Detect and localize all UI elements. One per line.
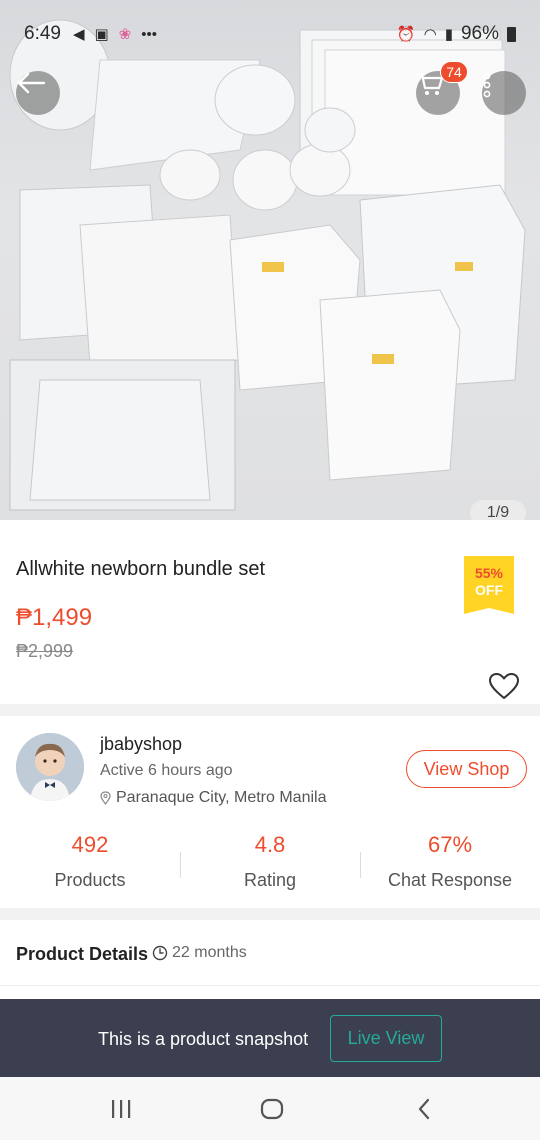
cart-button[interactable]: 74 bbox=[416, 61, 468, 115]
view-shop-button[interactable]: View Shop bbox=[406, 750, 527, 788]
shop-avatar[interactable] bbox=[16, 733, 84, 801]
stat-label: Rating bbox=[243, 870, 297, 890]
stat-value: 492 bbox=[71, 832, 109, 857]
recent-apps-icon bbox=[112, 1100, 131, 1118]
product-info: Allwhite newborn bundle set 55% OFF ₱1,4… bbox=[0, 520, 540, 704]
system-navigation-bar bbox=[0, 1077, 540, 1140]
product-title: Allwhite newborn bundle set bbox=[16, 558, 266, 580]
image-icon: ▣ bbox=[94, 26, 109, 43]
status-time: 6:49 bbox=[24, 23, 61, 44]
discount-badge: 55% OFF bbox=[464, 556, 514, 614]
clock-icon bbox=[152, 945, 168, 961]
product-details-header: Product Details 22 months bbox=[0, 920, 540, 986]
cart-count-badge: 74 bbox=[440, 61, 468, 83]
shop-name: jbabyshop bbox=[100, 734, 183, 754]
discount-percent: 55% bbox=[474, 565, 504, 581]
shop-stats: 492 Products 4.8 Rating 67% Chat Respons… bbox=[0, 832, 540, 898]
shop-section: jbabyshop Active 6 hours ago Paranaque C… bbox=[0, 716, 540, 908]
stat-chat-response[interactable]: 67% Chat Response bbox=[360, 832, 540, 898]
avatar-image bbox=[16, 733, 84, 801]
shop-location-text: Paranaque City, Metro Manila bbox=[116, 789, 327, 806]
heart-icon bbox=[489, 673, 519, 699]
product-age: 22 months bbox=[152, 944, 247, 962]
discount-off-label: OFF bbox=[475, 582, 503, 598]
product-image[interactable]: 6:49 ◀ ▣ ❀ ••• ⏰ ◠ ▮ 96% 74 bbox=[0, 0, 540, 520]
more-vertical-icon bbox=[483, 72, 491, 98]
location-pin-icon bbox=[100, 791, 111, 805]
navigation-icon: ◀ bbox=[72, 26, 85, 43]
arrow-left-icon bbox=[17, 72, 46, 94]
live-view-button[interactable]: Live View bbox=[330, 1015, 442, 1062]
back-button[interactable] bbox=[16, 71, 60, 115]
shop-location: Paranaque City, Metro Manila bbox=[100, 789, 326, 807]
battery-icon bbox=[507, 26, 516, 42]
product-details-title: Product Details bbox=[16, 944, 149, 964]
home-button[interactable] bbox=[252, 1095, 292, 1123]
product-age-text: 22 months bbox=[172, 944, 247, 961]
recent-apps-button[interactable] bbox=[101, 1095, 141, 1123]
product-price: ₱1,499 bbox=[16, 604, 93, 631]
more-dots-icon: ••• bbox=[141, 25, 158, 43]
more-options-button[interactable] bbox=[482, 71, 526, 115]
wifi-icon: ◠ bbox=[423, 26, 437, 43]
snapshot-banner: This is a product snapshot Live View bbox=[0, 999, 540, 1077]
stat-value: 67% bbox=[427, 832, 473, 857]
original-price: ₱2,999 bbox=[16, 641, 74, 661]
stat-rating[interactable]: 4.8 Rating bbox=[180, 832, 360, 898]
stat-value: 4.8 bbox=[254, 832, 286, 857]
like-button[interactable] bbox=[488, 672, 520, 705]
status-bar: 6:49 ◀ ▣ ❀ ••• ⏰ ◠ ▮ 96% bbox=[0, 18, 540, 50]
section-divider bbox=[0, 704, 540, 716]
snapshot-text: This is a product snapshot bbox=[98, 1029, 309, 1049]
app-notification-icon: ❀ bbox=[118, 26, 132, 43]
shop-active-status: Active 6 hours ago bbox=[100, 762, 233, 779]
back-nav-button[interactable] bbox=[404, 1095, 444, 1123]
signal-icon: ▮ bbox=[444, 26, 453, 43]
chevron-left-icon bbox=[418, 1098, 430, 1120]
section-divider bbox=[0, 908, 540, 920]
alarm-icon: ⏰ bbox=[396, 26, 416, 43]
home-icon bbox=[260, 1098, 284, 1120]
stat-label: Products bbox=[54, 870, 126, 890]
stat-label: Chat Response bbox=[387, 870, 513, 890]
stat-products[interactable]: 492 Products bbox=[0, 832, 180, 898]
battery-percent: 96% bbox=[460, 23, 499, 44]
